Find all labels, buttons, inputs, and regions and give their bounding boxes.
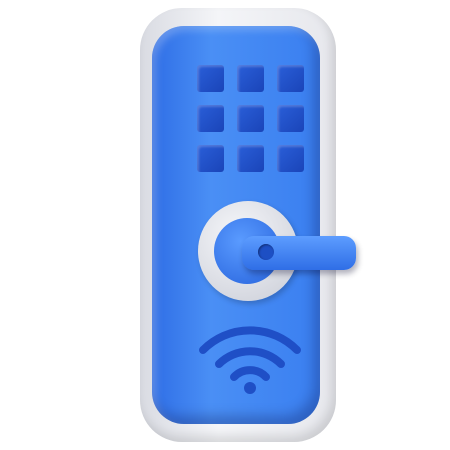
handle-pin: [258, 244, 274, 260]
keypad-key[interactable]: [277, 65, 304, 92]
wifi-icon: [199, 326, 301, 394]
keypad-key[interactable]: [237, 145, 264, 172]
keypad-key[interactable]: [237, 65, 264, 92]
keypad-key[interactable]: [237, 105, 264, 132]
keypad-key[interactable]: [277, 105, 304, 132]
keypad-key[interactable]: [197, 105, 224, 132]
keypad-key[interactable]: [197, 145, 224, 172]
keypad-key[interactable]: [197, 65, 224, 92]
keypad-key[interactable]: [277, 145, 304, 172]
